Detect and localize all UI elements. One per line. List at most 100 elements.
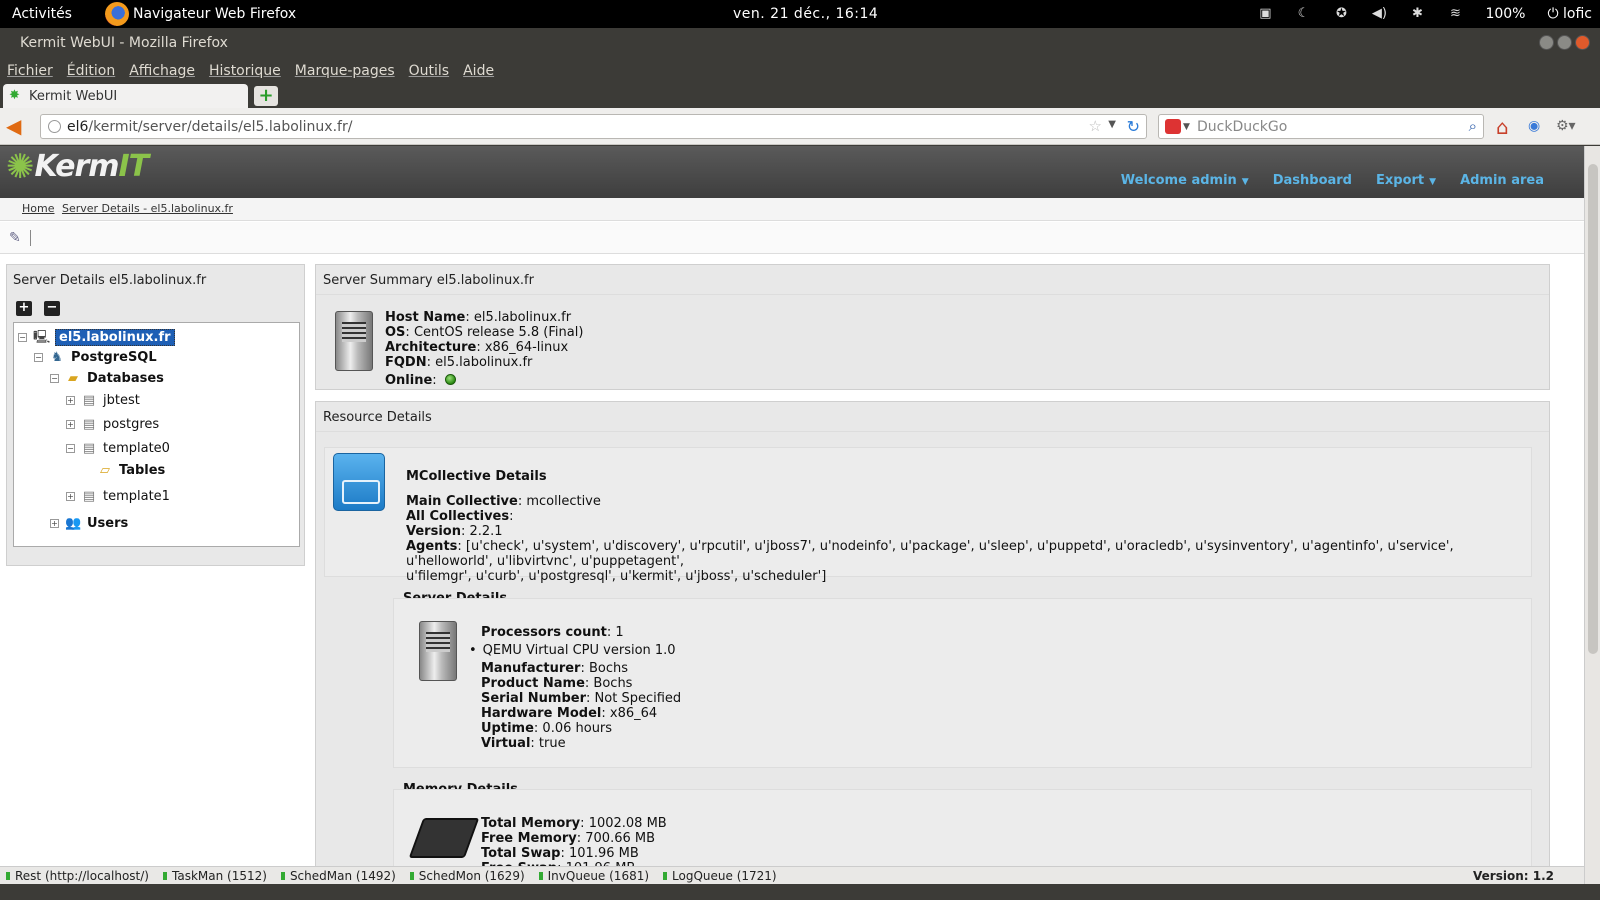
expand-toggle-icon[interactable]: + [66, 420, 75, 429]
status-item-invqueue[interactable]: InvQueue (1681) [538, 869, 649, 883]
edit-icon[interactable]: ✎ [9, 230, 21, 246]
display-icon[interactable]: ▣ [1257, 7, 1273, 21]
server-details: Processors count: 1 • QEMU Virtual CPU ve… [469, 625, 682, 751]
accessibility-icon[interactable]: ✪ [1333, 7, 1349, 21]
status-item-schedmon[interactable]: SchedMon (1629) [409, 869, 525, 883]
firefox-icon [105, 2, 129, 26]
sun-logo-icon: ✺ [6, 146, 35, 187]
expand-all-button[interactable]: + [16, 301, 32, 316]
menu-affichage[interactable]: Affichage [129, 63, 195, 79]
status-light-icon [409, 871, 414, 880]
moon-icon[interactable]: ☾ [1295, 7, 1311, 21]
collapse-toggle-icon[interactable]: − [66, 444, 75, 453]
status-item-rest[interactable]: Rest (http://localhost/) [6, 869, 149, 883]
menu-edition[interactable]: Édition [67, 63, 115, 79]
search-engine-icon[interactable] [1165, 119, 1181, 134]
power-icon: ⏻ [1547, 6, 1564, 22]
menu-historique[interactable]: Historique [209, 63, 281, 79]
tree-node-jbtest[interactable]: + ▤ jbtest [66, 393, 140, 408]
magnifier-icon[interactable]: ⌕ [1469, 117, 1477, 135]
processors-value: 1 [615, 625, 624, 640]
app-menu[interactable]: Navigateur Web Firefox [105, 2, 296, 26]
engine-dropdown-icon[interactable]: ▼ [1183, 122, 1190, 132]
bluetooth-icon[interactable]: ✱ [1409, 7, 1425, 21]
volume-icon[interactable]: ◀) [1371, 7, 1387, 21]
database-icon: ▤ [82, 393, 96, 408]
version-value: 2.2.1 [469, 524, 503, 539]
reload-icon[interactable]: ↻ [1127, 117, 1140, 136]
tools-icon[interactable]: ⚙▾ [1556, 118, 1576, 134]
expand-toggle-icon[interactable]: + [66, 492, 75, 501]
url-bar[interactable]: el6/kermit/server/details/el5.labolinux.… [40, 114, 1147, 139]
home-icon[interactable]: ⌂ [1496, 115, 1509, 139]
tab-kermit-webui[interactable]: ✸ Kermit WebUI [3, 84, 248, 108]
system-tray: ▣ ☾ ✪ ◀) ✱ ≋ 100% ⏻ lofic [1257, 6, 1592, 22]
battery-level[interactable]: 100% [1485, 6, 1525, 22]
status-item-logqueue[interactable]: LogQueue (1721) [663, 869, 777, 883]
breadcrumb-home[interactable]: Home [22, 202, 54, 215]
export-menu[interactable]: Export ▼ [1376, 173, 1436, 188]
tree-node-tables[interactable]: ▱ Tables [97, 463, 165, 478]
tab-label: Kermit WebUI [29, 88, 118, 104]
back-arrow-icon[interactable]: ◀ [6, 116, 21, 136]
folder-icon: ▰ [68, 371, 78, 386]
page-scrollbar[interactable] [1584, 146, 1600, 886]
search-bar[interactable]: ▼ DuckDuckGo ⌕ [1158, 114, 1484, 139]
close-icon[interactable] [1575, 35, 1590, 50]
collapse-all-button[interactable]: − [44, 301, 60, 316]
panel-title: Resource Details [316, 402, 1549, 432]
admin-area-link[interactable]: Admin area [1460, 173, 1544, 188]
bookmark-star-icon[interactable]: ☆ [1089, 117, 1102, 135]
collapse-toggle-icon[interactable]: − [18, 333, 27, 342]
server-tree-panel: Server Details el5.labolinux.fr + − − 🖳 … [6, 264, 305, 566]
os-value: CentOS release 5.8 (Final) [413, 325, 584, 340]
scrollbar-thumb[interactable] [1588, 164, 1598, 654]
site-header: ✺ KermIT Welcome admin ▼ Dashboard Export… [0, 146, 1584, 198]
resource-details-panel: Resource Details MCollective Details Mai… [315, 401, 1550, 886]
tree-node-postgresql[interactable]: − ♞ PostgreSQL [34, 350, 157, 365]
users-icon: 👥 [65, 516, 82, 531]
expand-toggle-icon[interactable]: + [50, 519, 59, 528]
architecture-value: x86_64-linux [484, 340, 569, 355]
clock[interactable]: ven. 21 déc., 16:14 [733, 6, 878, 22]
globe-icon[interactable] [48, 120, 61, 133]
collapse-toggle-icon[interactable]: − [50, 374, 59, 383]
version-label: Version: 1.2 [1473, 868, 1554, 883]
minimize-icon[interactable] [1539, 35, 1554, 50]
fqdn-value: el5.labolinux.fr [435, 355, 533, 370]
status-item-taskman[interactable]: TaskMan (1512) [163, 869, 267, 883]
panel-title: Server Summary el5.labolinux.fr [316, 265, 1549, 295]
user-menu[interactable]: ⏻ lofic [1547, 6, 1592, 22]
expand-toggle-icon[interactable]: + [66, 396, 75, 405]
addon-icon[interactable]: ◉ [1528, 118, 1540, 134]
status-item-schedman[interactable]: SchedMan (1492) [280, 869, 396, 883]
dashboard-link[interactable]: Dashboard [1273, 173, 1352, 188]
tree-node-template0[interactable]: − ▤ template0 [66, 441, 170, 456]
welcome-menu[interactable]: Welcome admin ▼ [1121, 173, 1249, 188]
menu-outils[interactable]: Outils [409, 63, 449, 79]
database-icon: ▤ [82, 417, 96, 432]
breadcrumb-current[interactable]: Server Details - el5.labolinux.fr [62, 202, 233, 215]
tree-node-users[interactable]: + 👥 Users [50, 516, 128, 531]
navigation-toolbar: ◀ el6/kermit/server/details/el5.labolinu… [0, 108, 1600, 145]
mcollective-title: MCollective Details [406, 469, 547, 484]
menu-fichier[interactable]: Fichier [7, 63, 53, 79]
collapse-toggle-icon[interactable]: − [34, 353, 43, 362]
drawer-icon [333, 453, 385, 511]
free-memory-value: 700.66 MB [585, 831, 656, 846]
activities-button[interactable]: Activités [12, 6, 72, 22]
menu-aide[interactable]: Aide [463, 63, 494, 79]
tree-node-template1[interactable]: + ▤ template1 [66, 489, 170, 504]
wifi-icon[interactable]: ≋ [1447, 7, 1463, 21]
new-tab-button[interactable]: + [254, 86, 278, 106]
maximize-icon[interactable] [1557, 35, 1572, 50]
main-collective-value: mcollective [526, 494, 601, 509]
tab-strip: ✸ Kermit WebUI + [0, 84, 1600, 108]
tree-node-databases[interactable]: − ▰ Databases [50, 371, 164, 386]
tree-node-postgres[interactable]: + ▤ postgres [66, 417, 159, 432]
menu-marque-pages[interactable]: Marque-pages [295, 63, 395, 79]
server-icon [419, 621, 457, 681]
kermit-logo[interactable]: ✺ KermIT [6, 146, 149, 187]
history-dropdown-icon[interactable]: ▼ [1108, 119, 1116, 130]
tree-node-server[interactable]: − 🖳 el5.labolinux.fr [18, 329, 175, 346]
